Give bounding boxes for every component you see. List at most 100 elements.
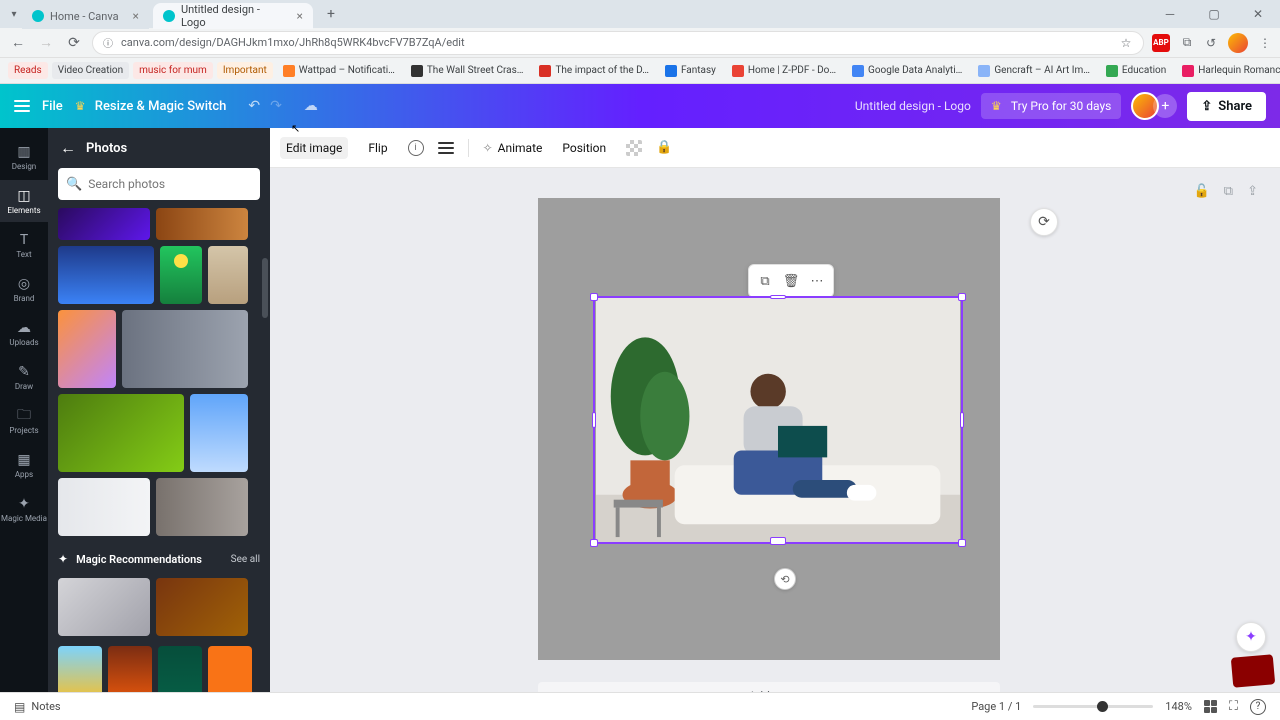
history-icon[interactable]: ↺ (1204, 36, 1218, 50)
notes-button[interactable]: Notes (31, 700, 60, 713)
lock-icon[interactable]: 🔒 (656, 140, 672, 155)
export-page-icon[interactable]: ⇪ (1247, 184, 1258, 199)
photo-thumb[interactable] (58, 208, 150, 240)
close-icon[interactable]: × (133, 9, 139, 23)
try-pro-button[interactable]: ♛ Try Pro for 30 days (981, 93, 1122, 119)
duplicate-button[interactable]: ⧉ (753, 269, 777, 293)
adblock-icon[interactable]: ABP (1152, 34, 1170, 52)
photo-thumb[interactable] (58, 646, 102, 692)
transparency-button[interactable] (626, 140, 642, 156)
position-button[interactable]: Position (556, 137, 612, 159)
bookmark-item[interactable]: music for mum (133, 62, 213, 79)
url-field[interactable]: ⓘ canva.com/design/DAGHJkm1mxo/JhRh8q5WR… (92, 31, 1144, 55)
photo-thumb[interactable] (58, 246, 154, 304)
resize-handle[interactable] (770, 537, 786, 545)
share-button[interactable]: ⇪ Share (1187, 92, 1266, 121)
menu-button[interactable] (14, 100, 30, 112)
file-menu[interactable]: File (42, 99, 63, 114)
close-icon[interactable]: × (297, 9, 303, 23)
tab-home[interactable]: Home - Canva × (22, 3, 149, 29)
photo-thumb[interactable] (190, 394, 248, 472)
animate-button[interactable]: ✧Animate (483, 141, 543, 155)
photo-thumb[interactable] (58, 578, 150, 636)
grid-view-button[interactable] (1204, 700, 1217, 713)
canvas-area[interactable]: 🔓 ⧉ ⇪ ⧉ 🗑 ⋯ (270, 168, 1280, 692)
bookmark-item[interactable]: Education (1100, 62, 1172, 80)
regenerate-button[interactable]: ⟳ (1030, 208, 1058, 236)
panel-back-button[interactable]: ← (60, 138, 76, 158)
photo-thumb[interactable] (58, 394, 184, 472)
resize-handle[interactable] (958, 539, 966, 547)
search-input[interactable] (88, 177, 252, 191)
bookmark-item[interactable]: The impact of the D… (533, 62, 654, 80)
rail-draw[interactable]: ✎Draw (0, 356, 48, 398)
flip-button[interactable]: Flip (362, 137, 393, 159)
extensions-icon[interactable]: ⧉ (1180, 36, 1194, 50)
document-title[interactable]: Untitled design - Logo (855, 99, 971, 113)
page-indicator[interactable]: Page 1 / 1 (971, 700, 1021, 713)
menu-icon[interactable]: ⋮ (1258, 36, 1272, 50)
reload-button[interactable]: ⟳ (64, 33, 84, 53)
fullscreen-button[interactable]: ⛶ (1229, 699, 1238, 714)
resize-handle[interactable] (770, 295, 786, 299)
assistant-button[interactable]: ✦ (1236, 622, 1266, 652)
add-collaborator-button[interactable]: + (1153, 94, 1177, 118)
selected-image[interactable] (593, 296, 963, 544)
photo-thumb[interactable] (160, 246, 202, 304)
undo-button[interactable]: ↶ (248, 98, 260, 114)
duplicate-page-icon[interactable]: ⧉ (1224, 184, 1233, 199)
rail-apps[interactable]: ▦Apps (0, 444, 48, 486)
resize-handle[interactable] (590, 539, 598, 547)
profile-avatar[interactable] (1228, 33, 1248, 53)
rotate-handle[interactable]: ⟲ (774, 568, 796, 590)
photo-thumb[interactable] (156, 208, 248, 240)
add-page-button[interactable]: + Add page (538, 682, 1000, 692)
bookmark-item[interactable]: Fantasy (659, 62, 722, 80)
tutorial-video-thumb[interactable] (1231, 654, 1275, 688)
slider-knob[interactable] (1097, 701, 1108, 712)
zoom-slider[interactable] (1033, 705, 1153, 708)
photo-thumb[interactable] (208, 246, 248, 304)
bookmark-item[interactable]: Important (217, 62, 273, 79)
resize-handle[interactable] (960, 412, 964, 428)
back-button[interactable]: ← (8, 33, 28, 53)
resize-button[interactable]: ♛ Resize & Magic Switch (75, 99, 227, 114)
forward-button[interactable]: → (36, 33, 56, 53)
cloud-sync-icon[interactable]: ☁ (304, 98, 318, 114)
rail-uploads[interactable]: ☁Uploads (0, 312, 48, 354)
bookmark-item[interactable]: Gencraft – AI Art Im… (972, 62, 1096, 80)
tab-search-icon[interactable]: ▾ (6, 9, 22, 20)
bookmark-item[interactable]: Home | Z-PDF - Do… (726, 62, 842, 80)
tab-design[interactable]: Untitled design - Logo × (153, 3, 313, 29)
scroll-thumb[interactable] (262, 258, 268, 318)
bookmark-item[interactable]: Video Creation (52, 62, 129, 79)
alignment-icon[interactable] (438, 142, 454, 154)
bookmark-item[interactable]: Harlequin Romance… (1176, 62, 1280, 80)
rail-design[interactable]: ▥Design (0, 136, 48, 178)
rail-brand[interactable]: ◎Brand (0, 268, 48, 310)
rail-projects[interactable]: 🗀Projects (0, 400, 48, 442)
see-all-link[interactable]: See all (231, 554, 260, 565)
bookmark-item[interactable]: Google Data Analyti… (846, 62, 968, 80)
collaborators[interactable]: + (1131, 92, 1177, 120)
more-button[interactable]: ⋯ (805, 269, 829, 293)
bookmark-item[interactable]: Wattpad – Notificati… (277, 62, 401, 80)
info-icon[interactable]: i (408, 140, 424, 156)
resize-handle[interactable] (590, 293, 598, 301)
maximize-button[interactable]: ▢ (1192, 0, 1236, 28)
bookmark-star-icon[interactable]: ☆ (1119, 36, 1133, 50)
site-info-icon[interactable]: ⓘ (103, 35, 113, 50)
photo-search[interactable]: 🔍 (58, 168, 260, 200)
panel-scrollbar[interactable] (262, 228, 268, 682)
zoom-value[interactable]: 148% (1165, 700, 1192, 713)
help-button[interactable]: ? (1250, 699, 1266, 715)
new-tab-button[interactable]: + (321, 4, 341, 24)
delete-button[interactable]: 🗑 (779, 269, 803, 293)
photo-thumb[interactable] (58, 478, 150, 536)
lock-page-icon[interactable]: 🔓 (1194, 184, 1210, 199)
bookmark-item[interactable]: Reads (8, 62, 48, 79)
photo-thumb[interactable] (156, 578, 248, 636)
photo-thumb[interactable] (58, 310, 116, 388)
redo-button[interactable]: ↷ (270, 98, 282, 114)
close-button[interactable]: ✕ (1236, 0, 1280, 28)
